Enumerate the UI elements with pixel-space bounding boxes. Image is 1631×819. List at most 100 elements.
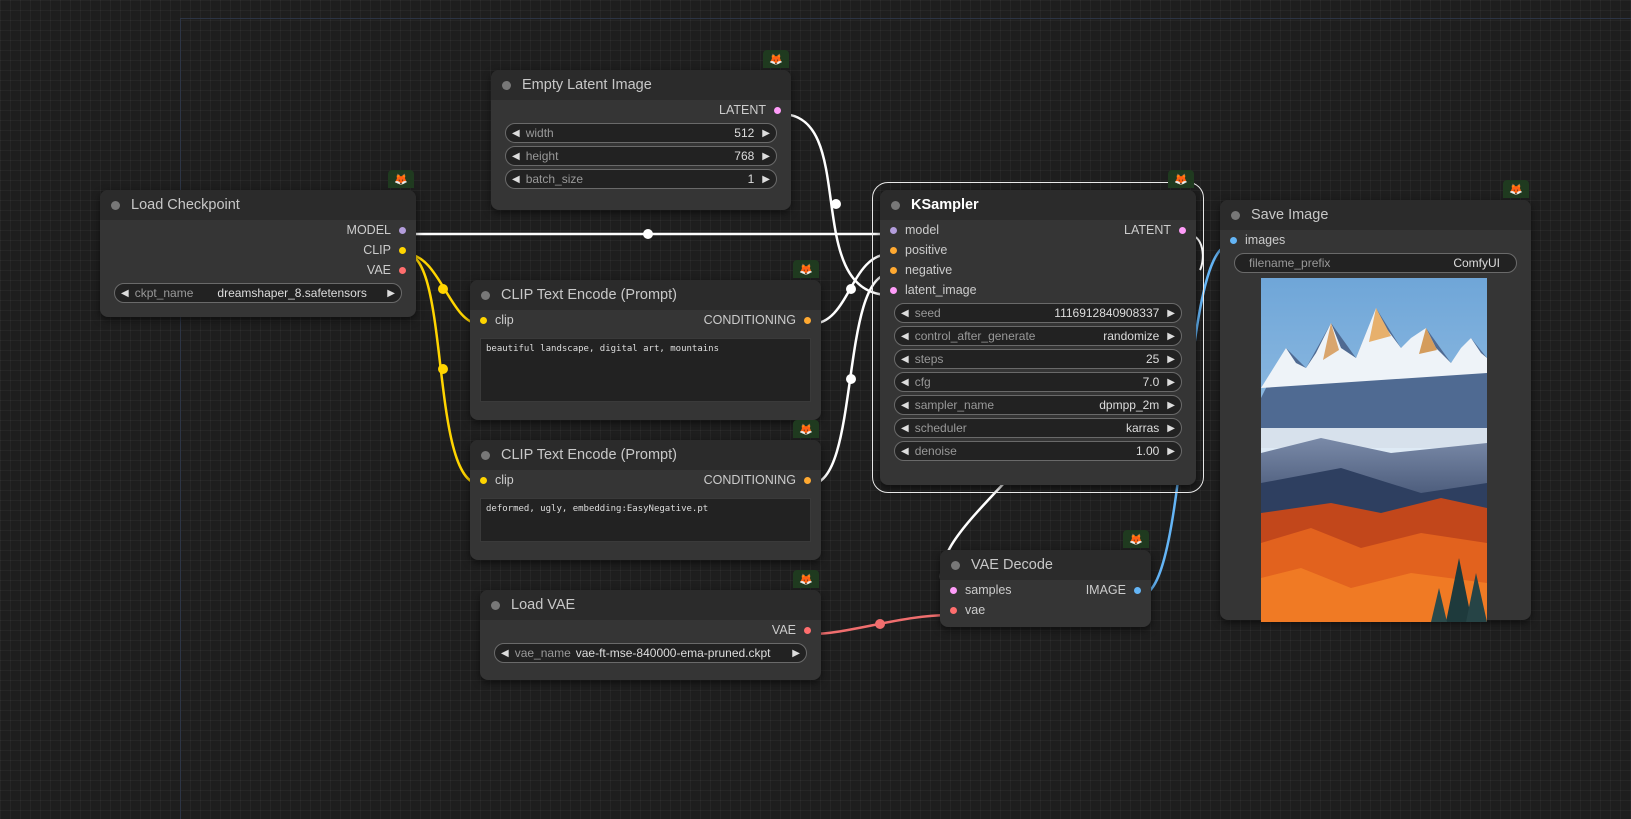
input-label: samples [965, 583, 1012, 597]
image-preview[interactable] [1261, 278, 1487, 622]
triangle-right-icon[interactable]: ▶ [1161, 377, 1181, 388]
widget-scheduler[interactable]: ◀ scheduler karras ▶ [894, 418, 1182, 438]
output-port-vae[interactable] [399, 266, 406, 274]
collapse-dot-icon[interactable] [111, 200, 120, 210]
triangle-right-icon[interactable]: ▶ [756, 174, 776, 185]
output-port-conditioning[interactable] [804, 316, 811, 324]
widget-value[interactable]: dreamshaper_8.safetensors [217, 286, 379, 300]
triangle-right-icon[interactable]: ▶ [1161, 400, 1181, 411]
triangle-left-icon[interactable]: ◀ [115, 288, 135, 299]
collapse-dot-icon[interactable] [502, 80, 511, 90]
widget-value[interactable]: 1116912840908337 [1054, 306, 1159, 320]
triangle-right-icon[interactable]: ▶ [756, 128, 776, 139]
triangle-left-icon[interactable]: ◀ [895, 377, 915, 388]
input-port-samples[interactable] [950, 586, 957, 594]
triangle-right-icon[interactable]: ▶ [756, 151, 776, 162]
widget-value[interactable]: ComfyUI [1453, 256, 1500, 270]
widget-cfg[interactable]: ◀ cfg 7.0 ▶ [894, 372, 1182, 392]
widget-value[interactable]: 768 [734, 149, 754, 163]
node-title[interactable]: CLIP Text Encode (Prompt) [470, 440, 821, 470]
node-ksampler[interactable]: 🦊 KSampler model LATENT positive negativ… [872, 170, 1204, 493]
input-port-clip[interactable] [480, 316, 487, 324]
triangle-right-icon[interactable]: ▶ [1161, 446, 1181, 457]
triangle-left-icon[interactable]: ◀ [495, 648, 515, 659]
triangle-right-icon[interactable]: ▶ [1161, 354, 1181, 365]
node-clip-text-encode-positive[interactable]: 🦊 CLIP Text Encode (Prompt) clip CONDITI… [470, 260, 821, 420]
output-label: VAE [366, 263, 391, 277]
triangle-right-icon[interactable]: ▶ [1161, 423, 1181, 434]
node-save-image[interactable]: 🦊 Save Image images filename_prefix Comf… [1220, 180, 1531, 622]
triangle-left-icon[interactable]: ◀ [895, 400, 915, 411]
widget-ckpt-name[interactable]: ◀ ckpt_name dreamshaper_8.safetensors ▶ [114, 283, 402, 303]
input-port-positive[interactable] [890, 246, 897, 254]
triangle-left-icon[interactable]: ◀ [895, 354, 915, 365]
mountain-landscape-image [1261, 278, 1487, 622]
input-port-model[interactable] [890, 226, 897, 234]
io-row: vae [940, 600, 1151, 620]
output-port-latent[interactable] [774, 106, 781, 114]
output-port-latent[interactable] [1179, 226, 1186, 234]
collapse-dot-icon[interactable] [491, 600, 500, 610]
widget-value[interactable]: 7.0 [1143, 375, 1160, 389]
node-load-checkpoint[interactable]: 🦊 Load Checkpoint MODEL CLIP VAE ◀ ckpt_… [100, 170, 416, 317]
collapse-dot-icon[interactable] [481, 450, 490, 460]
output-port-conditioning[interactable] [804, 476, 811, 484]
collapse-dot-icon[interactable] [481, 290, 490, 300]
input-port-vae[interactable] [950, 606, 957, 614]
widget-denoise[interactable]: ◀ denoise 1.00 ▶ [894, 441, 1182, 461]
node-title[interactable]: VAE Decode [940, 550, 1151, 580]
triangle-left-icon[interactable]: ◀ [895, 446, 915, 457]
prompt-textarea[interactable]: beautiful landscape, digital art, mounta… [480, 338, 811, 402]
node-clip-text-encode-negative[interactable]: 🦊 CLIP Text Encode (Prompt) clip CONDITI… [470, 420, 821, 560]
triangle-left-icon[interactable]: ◀ [895, 331, 915, 342]
widget-value[interactable]: karras [1126, 421, 1159, 435]
widget-value[interactable]: randomize [1103, 329, 1159, 343]
fox-icon: 🦊 [793, 570, 819, 588]
widget-sampler-name[interactable]: ◀ sampler_name dpmpp_2m ▶ [894, 395, 1182, 415]
node-empty-latent-image[interactable]: 🦊 Empty Latent Image LATENT ◀ width 512 … [491, 50, 791, 210]
output-port-clip[interactable] [399, 246, 406, 254]
node-title[interactable]: Save Image [1220, 200, 1531, 230]
node-vae-decode[interactable]: 🦊 VAE Decode samples IMAGE vae [940, 530, 1151, 627]
collapse-dot-icon[interactable] [1231, 210, 1240, 220]
widget-seed[interactable]: ◀ seed 1116912840908337 ▶ [894, 303, 1182, 323]
collapse-dot-icon[interactable] [891, 200, 900, 210]
node-title[interactable]: Load Checkpoint [100, 190, 416, 220]
input-port-clip[interactable] [480, 476, 487, 484]
triangle-left-icon[interactable]: ◀ [895, 423, 915, 434]
widget-steps[interactable]: ◀ steps 25 ▶ [894, 349, 1182, 369]
widget-value[interactable]: 512 [734, 126, 754, 140]
widget-value[interactable]: 25 [1146, 352, 1159, 366]
widget-control-after-generate[interactable]: ◀ control_after_generate randomize ▶ [894, 326, 1182, 346]
widget-height[interactable]: ◀ height 768 ▶ [505, 146, 777, 166]
node-title[interactable]: KSampler [880, 190, 1196, 220]
collapse-dot-icon[interactable] [951, 560, 960, 570]
widget-vae-name[interactable]: ◀ vae_name vae-ft-mse-840000-ema-pruned.… [494, 643, 807, 663]
widget-batch-size[interactable]: ◀ batch_size 1 ▶ [505, 169, 777, 189]
widget-value[interactable]: 1 [748, 172, 755, 186]
widget-width[interactable]: ◀ width 512 ▶ [505, 123, 777, 143]
output-port-model[interactable] [399, 226, 406, 234]
triangle-left-icon[interactable]: ◀ [895, 308, 915, 319]
widget-value[interactable]: vae-ft-mse-840000-ema-pruned.ckpt [576, 646, 785, 660]
triangle-left-icon[interactable]: ◀ [506, 128, 526, 139]
widget-value[interactable]: dpmpp_2m [1099, 398, 1159, 412]
widget-filename-prefix[interactable]: filename_prefix ComfyUI [1234, 253, 1517, 273]
triangle-left-icon[interactable]: ◀ [506, 174, 526, 185]
node-load-vae[interactable]: 🦊 Load VAE VAE ◀ vae_name vae-ft-mse-840… [480, 570, 821, 680]
widget-value[interactable]: 1.00 [1136, 444, 1159, 458]
node-title[interactable]: Load VAE [480, 590, 821, 620]
node-title[interactable]: Empty Latent Image [491, 70, 791, 100]
input-port-latent-image[interactable] [890, 286, 897, 294]
node-title[interactable]: CLIP Text Encode (Prompt) [470, 280, 821, 310]
triangle-left-icon[interactable]: ◀ [506, 151, 526, 162]
input-port-images[interactable] [1230, 236, 1237, 244]
prompt-textarea[interactable]: deformed, ugly, embedding:EasyNegative.p… [480, 498, 811, 542]
output-port-image[interactable] [1134, 586, 1141, 594]
output-port-vae[interactable] [804, 626, 811, 634]
triangle-right-icon[interactable]: ▶ [1161, 308, 1181, 319]
triangle-right-icon[interactable]: ▶ [786, 648, 806, 659]
triangle-right-icon[interactable]: ▶ [1161, 331, 1181, 342]
triangle-right-icon[interactable]: ▶ [381, 288, 401, 299]
input-port-negative[interactable] [890, 266, 897, 274]
